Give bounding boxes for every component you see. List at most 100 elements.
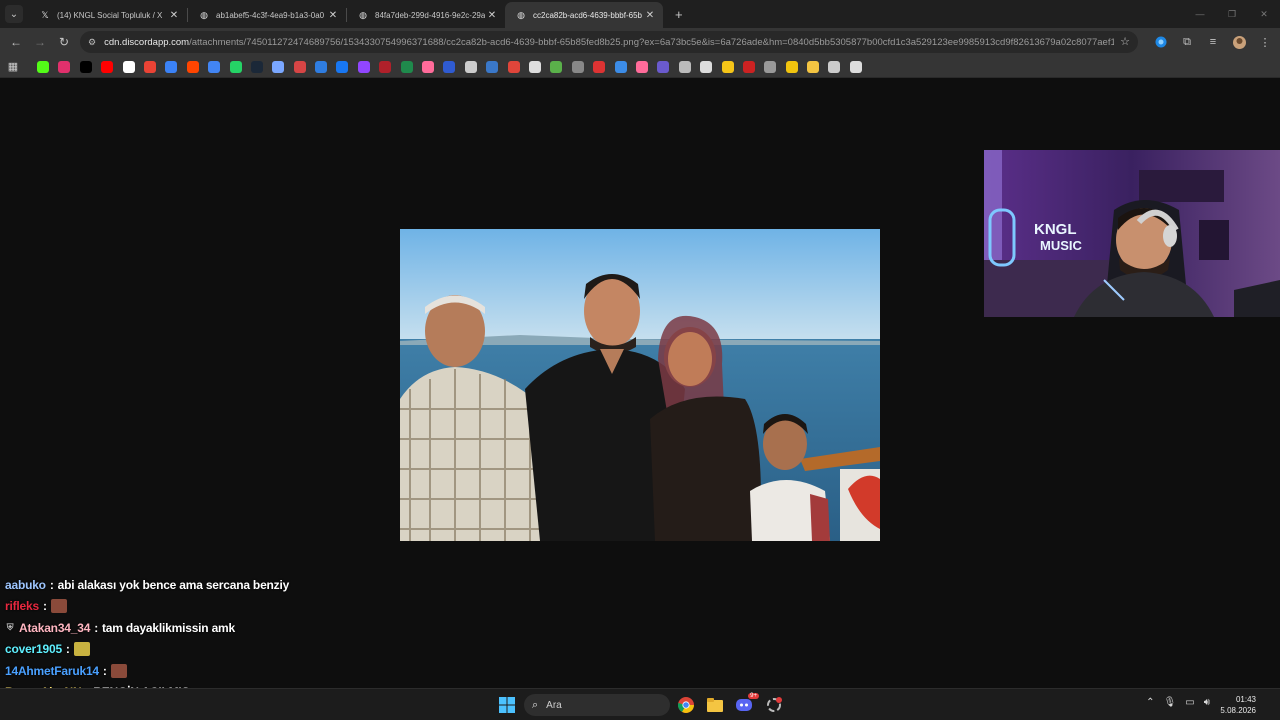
new-tab-button[interactable]: + (675, 7, 683, 22)
taskbar-search[interactable]: ⌕ Ara (524, 694, 670, 716)
bookmark-link-icon[interactable] (272, 60, 285, 73)
close-icon[interactable]: ✕ (485, 8, 499, 22)
bookmark-pink-c-icon[interactable] (422, 60, 435, 73)
extensions-puzzle-icon[interactable]: ⧉ (1178, 32, 1196, 52)
bookmark-youtube-icon[interactable] (101, 60, 114, 73)
tab-1[interactable]: ◍ ab1abef5-4c3f-4ea9-b1a3-0a0 ✕ (188, 2, 346, 28)
microphone-icon[interactable]: 🎙︎ (1164, 697, 1177, 708)
app-taskbar-icon[interactable] (764, 695, 784, 715)
bookmarks-bar: ▦ (0, 56, 1280, 78)
bookmark-x-icon[interactable] (79, 60, 92, 73)
display-icon[interactable]: ▭ (1185, 697, 1194, 708)
image-viewer-photo (400, 229, 880, 541)
bookmark-blue-circle-icon[interactable] (614, 60, 627, 73)
chat-colon: : (102, 663, 107, 678)
bookmark-reddit-icon[interactable] (186, 60, 199, 73)
bookmark-b-letter-icon[interactable] (443, 60, 456, 73)
restore-icon[interactable]: ❐ (1216, 0, 1248, 28)
bookmark-twitch-icon[interactable] (357, 60, 370, 73)
bookmark-red-a-icon[interactable] (293, 60, 306, 73)
bookmark-mask-icon[interactable] (828, 60, 841, 73)
bookmark-google-icon[interactable] (122, 60, 135, 73)
url-text[interactable]: cdn.discordapp.com/attachments/745011272… (104, 37, 1114, 48)
bookmark-kick-icon[interactable] (37, 60, 49, 73)
bookmark-whatsapp-icon[interactable] (229, 60, 242, 73)
window-controls: — ❐ ✕ (1184, 0, 1280, 28)
windows-start-icon[interactable] (499, 697, 515, 713)
close-window-icon[interactable]: ✕ (1248, 0, 1280, 28)
bookmark-folder-icon[interactable] (807, 60, 820, 73)
bookmark-gmail-icon[interactable] (143, 60, 156, 73)
chat-message: cover1905: (5, 639, 289, 661)
bookmark-stack-icon[interactable] (700, 60, 713, 73)
chat-colon: : (94, 620, 98, 635)
profile-avatar-icon[interactable] (1230, 32, 1248, 52)
minimize-icon[interactable]: — (1184, 0, 1216, 28)
bookmark-pink-c2-icon[interactable] (635, 60, 648, 73)
tab-title: ab1abef5-4c3f-4ea9-b1a3-0a0 (216, 10, 325, 20)
bookmark-camera-icon[interactable] (678, 60, 691, 73)
chat-message: 14AhmetFaruk14: (5, 660, 289, 682)
reading-list-icon[interactable]: ≡ (1204, 32, 1222, 52)
extension-shield-icon[interactable] (1152, 32, 1170, 52)
apps-grid-icon[interactable]: ▦ (7, 61, 19, 73)
bookmark-grid-icon[interactable] (849, 60, 862, 73)
menu-kebab-icon[interactable]: ⋮ (1256, 32, 1274, 52)
tab-search-button[interactable]: ⌄ (5, 5, 23, 23)
chevron-up-icon[interactable]: ⌃ (1146, 697, 1154, 708)
address-bar[interactable]: ⚙ cdn.discordapp.com/attachments/7450112… (80, 31, 1138, 53)
chat-emote-icon (50, 599, 67, 614)
bookmark-yellow-dot-icon[interactable] (721, 60, 734, 73)
bookmark-chart-icon[interactable] (593, 60, 606, 73)
tab-title: cc2ca82b-acd6-4639-bbbf-65b (533, 10, 642, 20)
bookmark-cloud-icon[interactable] (165, 60, 178, 73)
system-tray: ⌃ 🎙︎ ▭ 🔊︎ (1146, 697, 1210, 708)
bookmark-purple-box-icon[interactable] (657, 60, 670, 73)
bookmark-k-letter-icon[interactable] (742, 60, 755, 73)
chrome-taskbar-icon[interactable] (676, 695, 696, 715)
taskbar-clock[interactable]: 01:43 5.08.2026 (1220, 694, 1256, 716)
bookmark-instagram-icon[interactable] (58, 60, 71, 73)
reload-button[interactable]: ↻ (52, 30, 76, 54)
bookmark-steam-icon[interactable] (250, 60, 263, 73)
bookmark-feather-icon[interactable] (764, 60, 777, 73)
tab-0[interactable]: 𝕏 (14) KNGL Social Topluluk / X ✕ (29, 2, 187, 28)
discord-taskbar-icon[interactable]: 9+ (735, 693, 759, 715)
sign-line-1: KNGL (1034, 221, 1077, 238)
url-host: cdn.discordapp.com (104, 36, 190, 48)
bookmark-translate-icon[interactable] (208, 60, 221, 73)
site-info-icon[interactable]: ⚙ (88, 37, 96, 48)
bookmark-green-i-icon[interactable] (550, 60, 563, 73)
search-icon: ⌕ (532, 698, 539, 711)
x-logo-icon: 𝕏 (41, 9, 49, 20)
bookmark-globe-icon[interactable] (528, 60, 541, 73)
chat-emote-icon (110, 663, 127, 678)
bookmark-tbd-icon[interactable] (785, 60, 798, 73)
sign-line-2: MUSIC (1040, 238, 1083, 253)
bookmark-red-circle-icon[interactable] (507, 60, 520, 73)
tab-2[interactable]: ◍ 84fa7deb-299d-4916-9e2c-29a ✕ (347, 2, 505, 28)
bookmark-star-icon[interactable]: ☆ (1120, 35, 1130, 48)
bookmark-red-b-icon[interactable] (379, 60, 392, 73)
close-icon[interactable]: ✕ (326, 8, 340, 22)
close-icon[interactable]: ✕ (643, 8, 657, 22)
bookmark-green-s-icon[interactable] (400, 60, 413, 73)
webcam-feed: KNGL MUSIC (984, 150, 1280, 317)
bookmark-grey-line-icon[interactable] (571, 60, 584, 73)
windows-taskbar: ⌕ Ara 9+ ⌃ 🎙︎ ▭ 🔊︎ 01:43 5.08.2026 (0, 688, 1280, 720)
close-icon[interactable]: ✕ (167, 8, 181, 22)
browser-toolbar: ← → ↻ ⚙ cdn.discordapp.com/attachments/7… (0, 28, 1280, 56)
back-button[interactable]: ← (4, 30, 28, 54)
chat-username: rifleks (5, 599, 39, 614)
forward-button[interactable]: → (28, 30, 52, 54)
bookmark-blue-play-icon[interactable] (315, 60, 328, 73)
bookmark-facebook-icon[interactable] (336, 60, 349, 73)
chat-username: Atakan34_34 (19, 620, 91, 635)
volume-icon[interactable]: 🔊︎ (1204, 697, 1210, 708)
globe-icon: ◍ (517, 9, 525, 20)
tab-3[interactable]: ◍ cc2ca82b-acd6-4639-bbbf-65b ✕ (505, 2, 663, 28)
bookmark-arrows-icon[interactable] (464, 60, 477, 73)
file-explorer-icon[interactable] (705, 695, 725, 715)
tab-list: 𝕏 (14) KNGL Social Topluluk / X ✕ ◍ ab1abef5… (29, 2, 663, 28)
bookmark-blue-box-icon[interactable] (486, 60, 499, 73)
